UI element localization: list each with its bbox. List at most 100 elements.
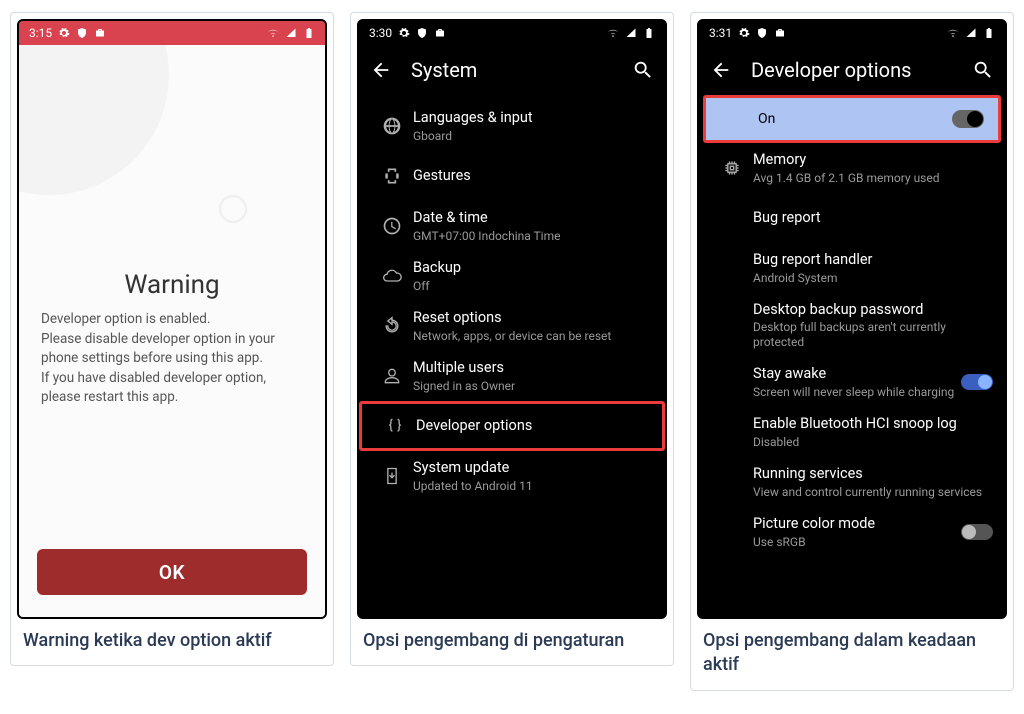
row-subtitle: Gboard	[413, 129, 653, 143]
clock-icon	[371, 216, 413, 236]
row-subtitle: Desktop full backups aren't currently pr…	[753, 320, 993, 349]
panel-warning: 3:15 Warning Developer option is enabled…	[10, 12, 334, 666]
row-stayawake[interactable]: Stay awake Screen will never sleep while …	[699, 357, 1005, 407]
caption-1: Warning ketika dev option aktif	[17, 619, 327, 655]
ok-button[interactable]: OK	[37, 549, 307, 595]
row-backup[interactable]: Backup Off	[359, 251, 665, 301]
page-title: System	[411, 58, 613, 82]
reset-icon	[371, 316, 413, 336]
row-subtitle: Updated to Android 11	[413, 479, 653, 493]
row-devopts[interactable]: Developer options	[359, 401, 665, 451]
phone-screen-3: 3:31 Developer options On Memor	[697, 19, 1007, 619]
row-bughandler[interactable]: Bug report handler Android System	[699, 243, 1005, 293]
braces-icon	[374, 416, 416, 436]
row-label: Multiple users	[413, 359, 653, 376]
row-label: Running services	[753, 465, 993, 482]
briefcase-icon	[94, 27, 106, 39]
row-btsnoop[interactable]: Enable Bluetooth HCI snoop log Disabled	[699, 407, 1005, 457]
signal-icon	[965, 27, 977, 39]
app-bar: Developer options	[699, 45, 1005, 95]
devoptions-list: MemoryAvg 1.4 GB of 2.1 GB memory used Bu…	[699, 143, 1005, 617]
status-bar: 3:30	[359, 21, 665, 45]
settings-list: Languages & input Gboard Gestures Date & ti…	[359, 95, 665, 617]
row-sysupdate[interactable]: System update Updated to Android 11	[359, 451, 665, 501]
status-time: 3:30	[369, 26, 392, 40]
search-button[interactable]	[971, 58, 995, 82]
row-languages[interactable]: Languages & input Gboard	[359, 101, 665, 151]
row-desktopbackup[interactable]: Desktop backup password Desktop full back…	[699, 293, 1005, 357]
caption-2: Opsi pengembang di pengaturan	[357, 619, 667, 655]
shield-icon	[76, 27, 88, 39]
row-subtitle: Android System	[753, 271, 993, 285]
row-subtitle: Disabled	[753, 435, 993, 449]
search-button[interactable]	[631, 58, 655, 82]
switch[interactable]	[961, 524, 993, 540]
row-label: Gestures	[413, 167, 653, 184]
switch[interactable]	[961, 374, 993, 390]
wifi-icon	[267, 27, 279, 39]
row-label: Developer options	[416, 417, 650, 434]
row-subtitle: GMT+07:00 Indochina Time	[413, 229, 653, 243]
user-icon	[371, 366, 413, 386]
battery-icon	[303, 27, 315, 39]
row-label: Date & time	[413, 209, 653, 226]
panel-system-settings: 3:30 System Languages & input Gboard Gestu…	[350, 12, 674, 666]
row-label: Bug report	[753, 209, 993, 226]
chip-icon	[711, 158, 753, 178]
shield-icon	[756, 27, 768, 39]
row-label: Enable Bluetooth HCI snoop log	[753, 415, 993, 432]
warning-title: Warning	[41, 270, 303, 300]
gear-icon	[398, 27, 410, 39]
row-memory[interactable]: MemoryAvg 1.4 GB of 2.1 GB memory used	[699, 143, 1005, 193]
row-subtitle: Signed in as Owner	[413, 379, 653, 393]
row-reset[interactable]: Reset optionsNetwork, apps, or device ca…	[359, 301, 665, 351]
row-datetime[interactable]: Date & time GMT+07:00 Indochina Time	[359, 201, 665, 251]
phone-screen-1: 3:15 Warning Developer option is enabled…	[17, 19, 327, 619]
row-label: System update	[413, 459, 653, 476]
row-label: Reset options	[413, 309, 653, 326]
caption-3: Opsi pengembang dalam keadaan aktif	[697, 619, 1007, 680]
status-time: 3:31	[709, 26, 732, 40]
row-label: Languages & input	[413, 109, 653, 126]
row-label: Desktop backup password	[753, 301, 993, 318]
panel-developer-options: 3:31 Developer options On Memor	[690, 12, 1014, 691]
status-bar: 3:31	[699, 21, 1005, 45]
wifi-icon	[947, 27, 959, 39]
shield-icon	[416, 27, 428, 39]
row-subtitle: View and control currently running servi…	[753, 485, 993, 499]
row-colormode[interactable]: Picture color mode Use sRGB	[699, 507, 1005, 557]
row-label: Memory	[753, 151, 993, 168]
row-gestures[interactable]: Gestures	[359, 151, 665, 201]
row-label: Stay awake	[753, 365, 961, 382]
row-label: Backup	[413, 259, 653, 276]
phone-screen-2: 3:30 System Languages & input Gboard Gestu…	[357, 19, 667, 619]
back-button[interactable]	[709, 58, 733, 82]
signal-icon	[285, 27, 297, 39]
battery-icon	[983, 27, 995, 39]
row-subtitle: Use sRGB	[753, 535, 961, 549]
row-subtitle: Off	[413, 279, 653, 293]
page-title: Developer options	[751, 58, 953, 82]
wifi-icon	[607, 27, 619, 39]
gear-icon	[58, 27, 70, 39]
briefcase-icon	[434, 27, 446, 39]
row-bugreport[interactable]: Bug report	[699, 193, 1005, 243]
developer-options-toggle[interactable]: On	[703, 95, 1001, 143]
globe-icon	[371, 116, 413, 136]
row-multiusers[interactable]: Multiple users Signed in as Owner	[359, 351, 665, 401]
row-running[interactable]: Running services View and control current…	[699, 457, 1005, 507]
back-button[interactable]	[369, 58, 393, 82]
row-label: Bug report handler	[753, 251, 993, 268]
gestures-icon	[371, 166, 413, 186]
status-time: 3:15	[29, 26, 52, 40]
switch-on-icon	[952, 110, 984, 128]
app-bar: System	[359, 45, 665, 95]
signal-icon	[625, 27, 637, 39]
update-icon	[371, 466, 413, 486]
toggle-label: On	[758, 111, 775, 127]
row-subtitle: Screen will never sleep while charging	[753, 385, 961, 399]
briefcase-icon	[774, 27, 786, 39]
row-label: Picture color mode	[753, 515, 961, 532]
status-bar: 3:15	[19, 21, 325, 45]
battery-icon	[643, 27, 655, 39]
